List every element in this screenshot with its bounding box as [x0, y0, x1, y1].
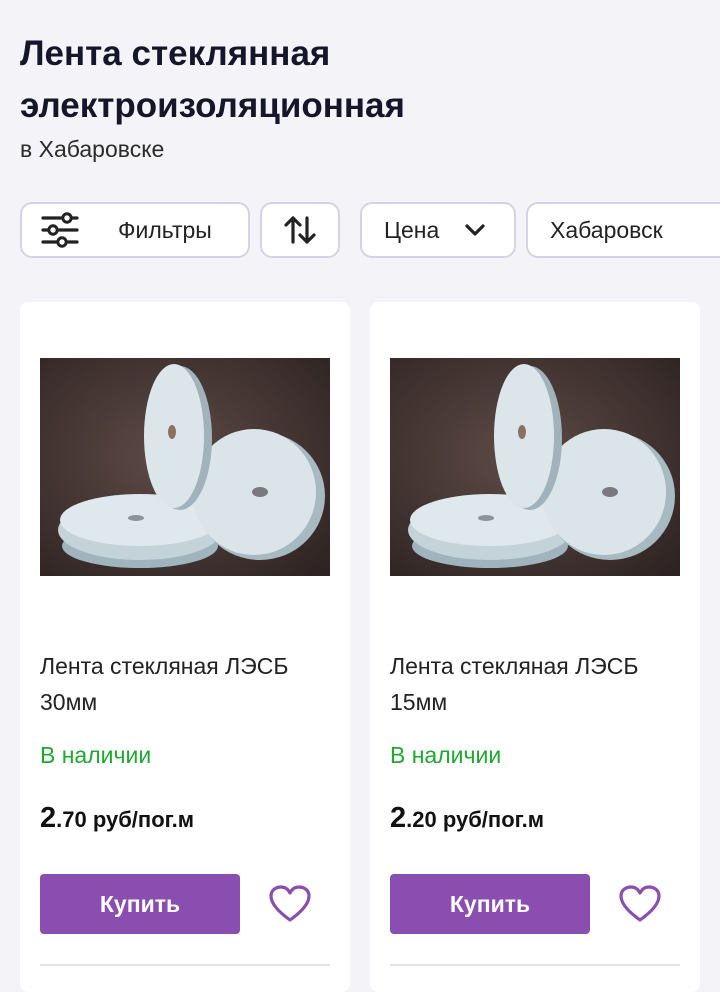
buy-button[interactable]: Купить: [390, 874, 590, 934]
filter-bar: Фильтры Цена Хабаровск: [0, 202, 720, 262]
buy-button[interactable]: Купить: [40, 874, 240, 934]
price-fraction-unit: .20 руб/пог.м: [406, 807, 544, 832]
sort-button[interactable]: [260, 202, 340, 258]
product-card[interactable]: Лента стекляная ЛЭСБ 30мм В наличии 2.70…: [20, 302, 350, 992]
stock-status: В наличии: [40, 742, 152, 768]
price-integer: 2: [390, 802, 407, 834]
filters-label: Фильтры: [118, 216, 212, 243]
product-name[interactable]: Лента стекляная ЛЭСБ 15мм: [390, 648, 685, 720]
heart-icon[interactable]: [268, 884, 312, 924]
sort-arrows-icon: [283, 214, 317, 246]
price-dropdown[interactable]: Цена: [360, 202, 516, 258]
card-divider: [40, 964, 330, 966]
card-divider: [390, 964, 680, 966]
page-subtitle-city: в Хабаровске: [20, 136, 165, 162]
price-dropdown-label: Цена: [384, 216, 440, 243]
product-image[interactable]: [40, 358, 330, 576]
chevron-down-icon: [463, 222, 487, 238]
sliders-icon: [40, 212, 80, 248]
price-fraction-unit: .70 руб/пог.м: [56, 807, 194, 832]
heart-icon[interactable]: [618, 884, 662, 924]
product-price: 2.20 руб/пог.м: [390, 802, 544, 835]
product-card[interactable]: Лента стекляная ЛЭСБ 15мм В наличии 2.20…: [370, 302, 700, 992]
filters-button[interactable]: Фильтры: [20, 202, 250, 258]
stock-status: В наличии: [390, 742, 502, 768]
page-title: Лента стеклянная электроизоляционная: [20, 34, 405, 125]
product-price: 2.70 руб/пог.м: [40, 802, 194, 835]
product-name[interactable]: Лента стекляная ЛЭСБ 30мм: [40, 648, 335, 720]
product-image[interactable]: [390, 358, 680, 576]
city-selector[interactable]: Хабаровск: [526, 202, 720, 258]
price-integer: 2: [40, 802, 57, 834]
city-selector-label: Хабаровск: [550, 216, 663, 243]
